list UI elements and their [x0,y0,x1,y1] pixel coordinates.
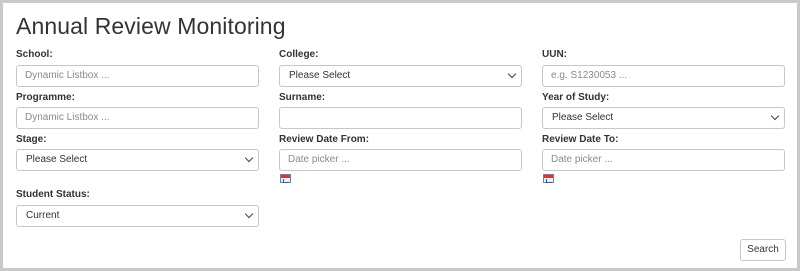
year-of-study-select[interactable]: Please Select [542,107,785,129]
stage-label: Stage: [16,134,47,145]
page-title: Annual Review Monitoring [16,13,286,39]
student-status-select[interactable]: Current [16,205,259,227]
calendar-icon[interactable] [543,174,554,183]
review-date-from-input[interactable]: Date picker ... [279,149,522,171]
chevron-down-icon [244,209,254,219]
review-date-to-input[interactable]: Date picker ... [542,149,785,171]
student-status-label: Student Status: [16,189,90,200]
programme-input[interactable]: Dynamic Listbox ... [16,107,259,129]
chevron-down-icon [770,111,780,121]
surname-label: Surname: [279,92,326,103]
review-date-from-label: Review Date From: [279,134,370,145]
college-select[interactable]: Please Select [279,65,522,87]
uun-input[interactable]: e.g. S1230053 ... [542,65,785,87]
form-panel: Annual Review Monitoring School: Dynamic… [0,0,800,271]
search-button[interactable]: Search [740,239,786,261]
year-of-study-label: Year of Study: [542,92,610,103]
school-input[interactable]: Dynamic Listbox ... [16,65,259,87]
student-status-select-value: Current [26,210,60,221]
college-label: College: [279,49,319,60]
uun-label: UUN: [542,49,567,60]
chevron-down-icon [244,153,254,163]
year-of-study-select-value: Please Select [552,112,614,123]
chevron-down-icon [507,69,517,79]
calendar-icon[interactable] [280,174,291,183]
review-date-to-label: Review Date To: [542,134,619,145]
stage-select-value: Please Select [26,154,88,165]
surname-input[interactable] [279,107,522,129]
college-select-value: Please Select [289,70,351,81]
programme-label: Programme: [16,92,75,103]
stage-select[interactable]: Please Select [16,149,259,171]
school-label: School: [16,49,53,60]
